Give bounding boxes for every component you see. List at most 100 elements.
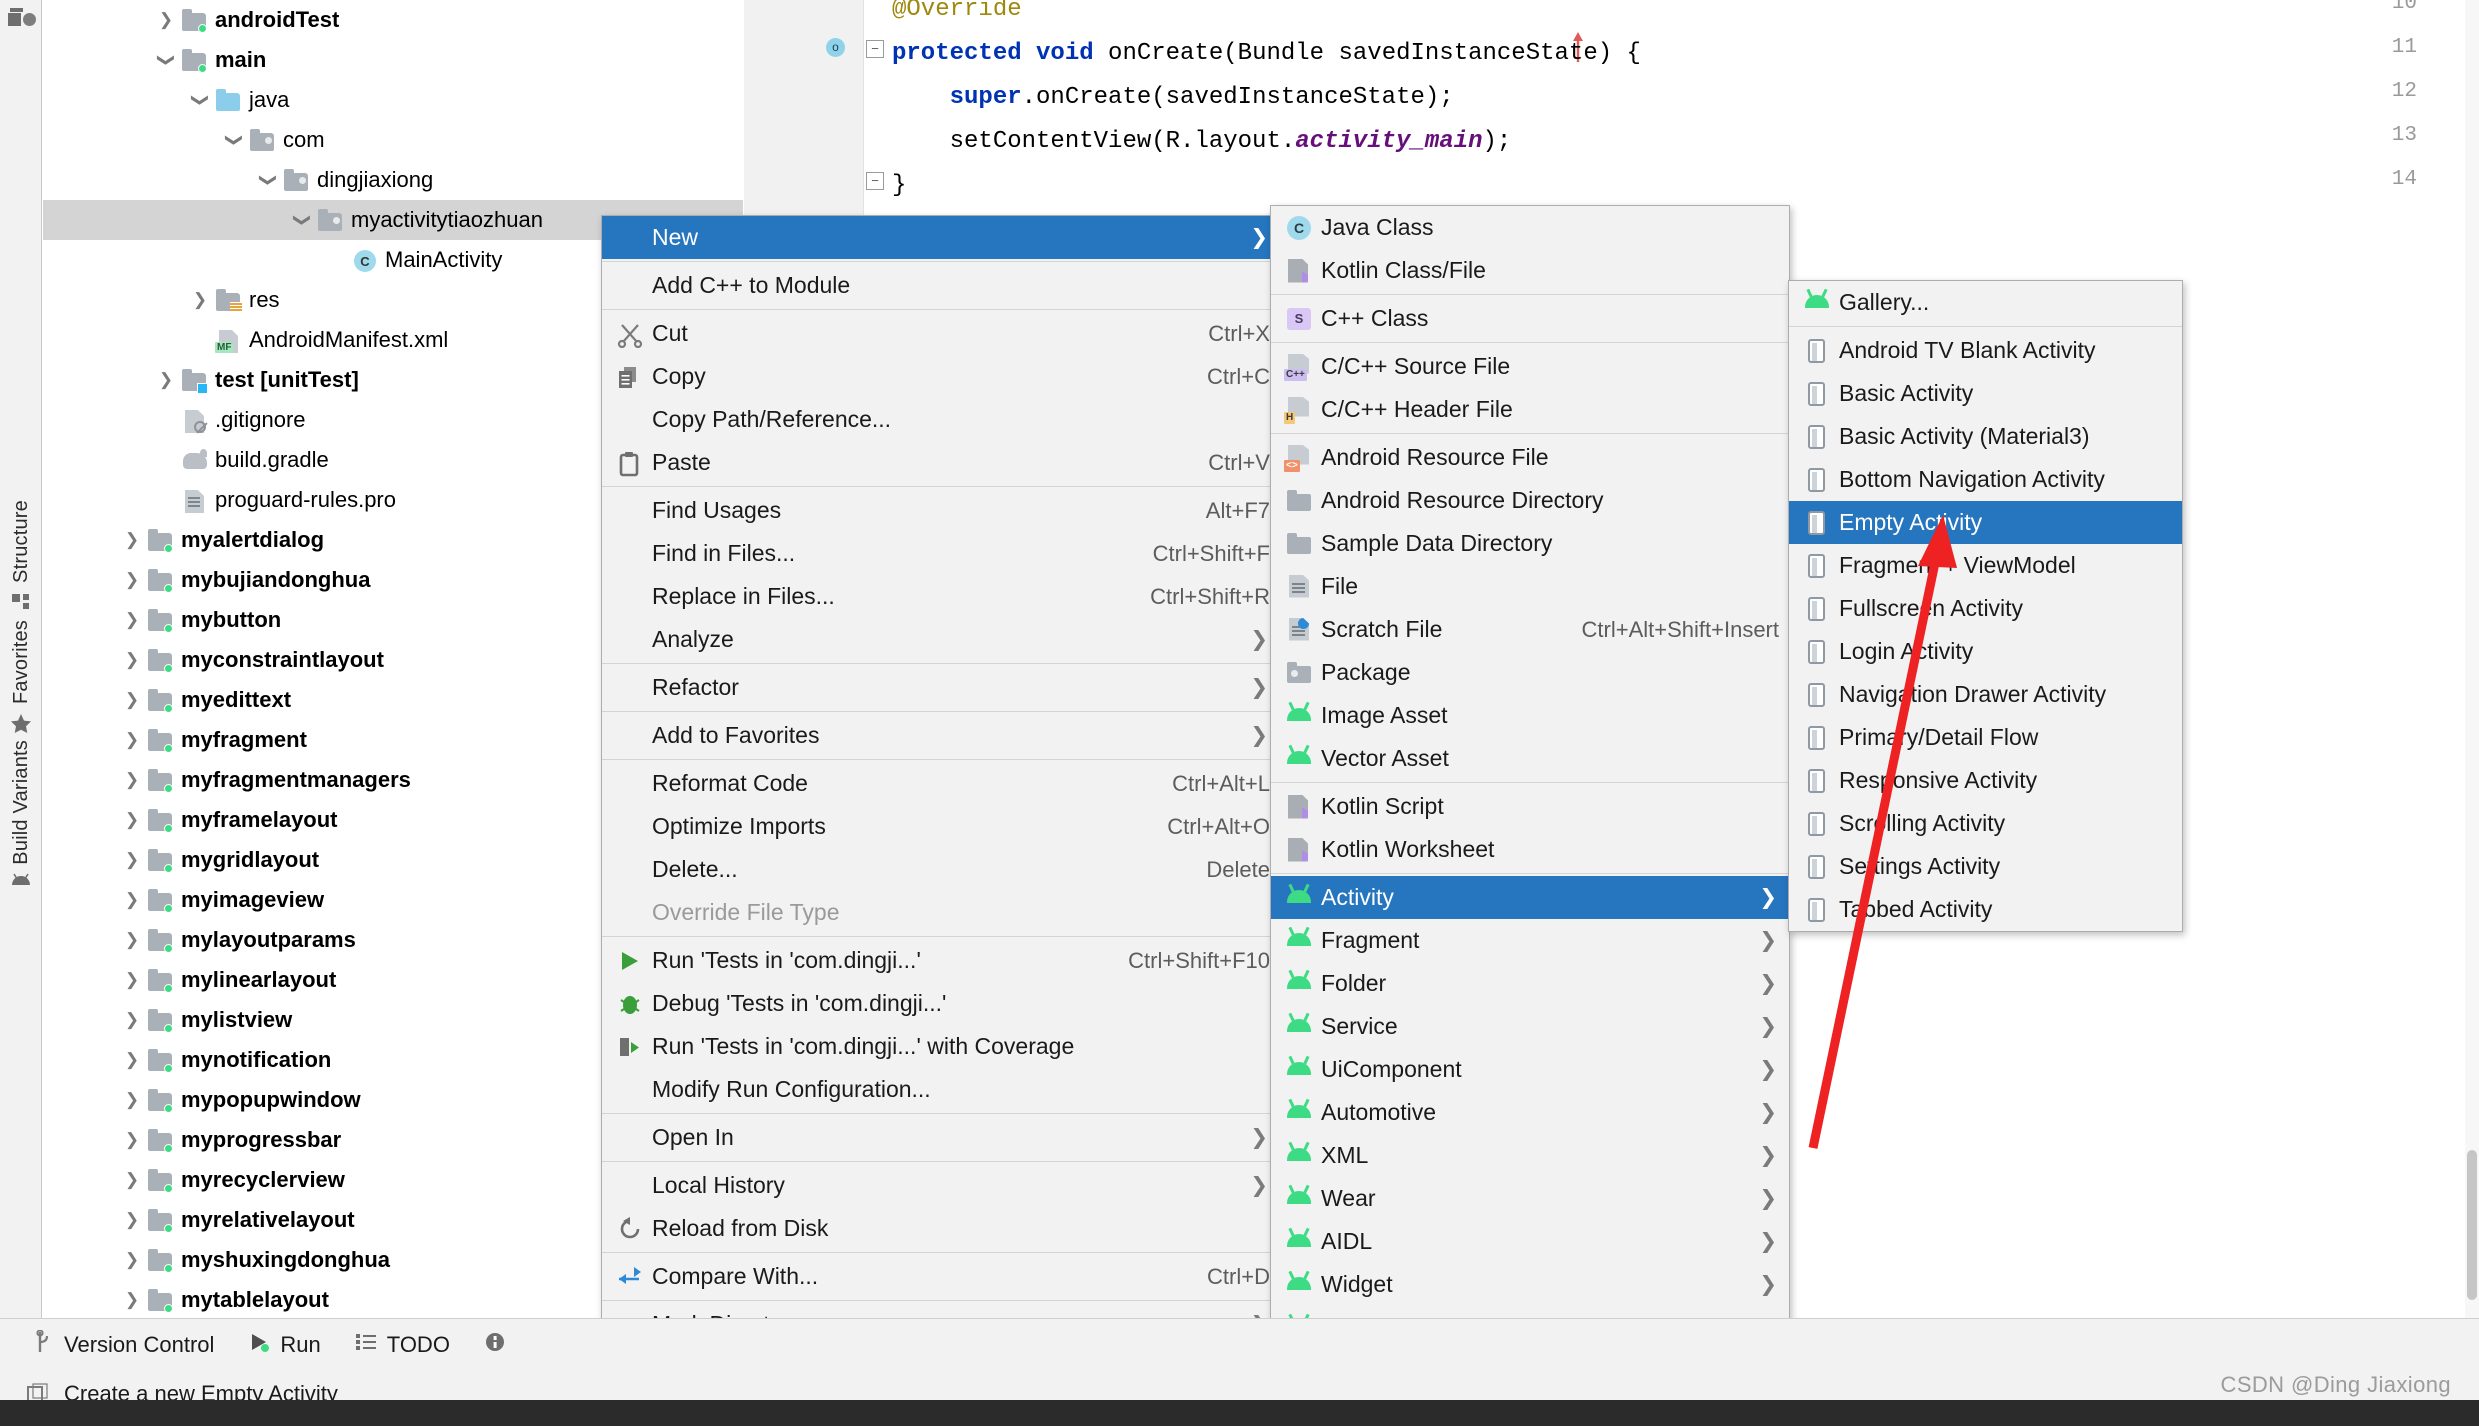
bottom-item-version-control[interactable]: Version Control xyxy=(34,1328,214,1360)
menu-item-login-activity[interactable]: Login Activity xyxy=(1789,630,2182,673)
bottom-item-problems[interactable] xyxy=(484,1331,506,1359)
chevron-right-icon[interactable]: ❯ xyxy=(119,1210,145,1230)
menu-item-image-asset[interactable]: Image Asset xyxy=(1271,694,1789,737)
chevron-right-icon[interactable]: ❯ xyxy=(119,810,145,830)
chevron-right-icon[interactable]: ❯ xyxy=(153,370,179,390)
menu-item-run-tests-in-com-dingji[interactable]: Run 'Tests in 'com.dingji...' Ctrl+Shift+… xyxy=(602,939,1280,982)
chevron-right-icon[interactable]: ❯ xyxy=(119,930,145,950)
chevron-right-icon[interactable]: ❯ xyxy=(119,970,145,990)
override-marker-icon[interactable]: o xyxy=(826,38,845,57)
menu-item-add-to-favorites[interactable]: Add to Favorites ❯ xyxy=(602,714,1280,757)
menu-item-open-in[interactable]: Open In ❯ xyxy=(602,1116,1280,1159)
menu-item-replace-in-files[interactable]: Replace in Files... Ctrl+Shift+R xyxy=(602,575,1280,618)
menu-item-xml[interactable]: XML ❯ xyxy=(1271,1134,1789,1177)
menu-item-copy[interactable]: Copy Ctrl+C xyxy=(602,355,1280,398)
menu-item-navigation-drawer-activity[interactable]: Navigation Drawer Activity xyxy=(1789,673,2182,716)
tree-row[interactable]: ❯ java xyxy=(43,80,743,120)
menu-item-sample-data-directory[interactable]: Sample Data Directory xyxy=(1271,522,1789,565)
menu-item-fragment[interactable]: Fragment ❯ xyxy=(1271,919,1789,962)
menu-item-override-file-type[interactable]: Override File Type xyxy=(602,891,1280,934)
menu-item-tabbed-activity[interactable]: Tabbed Activity xyxy=(1789,888,2182,931)
tree-row[interactable]: ❯ com xyxy=(43,120,743,160)
editor-vertical-scrollbar[interactable] xyxy=(2465,0,2479,1318)
menu-item-new[interactable]: New ❯ xyxy=(602,216,1280,259)
context-menu[interactable]: New ❯ Add C++ to Module Cut Ctrl+X Copy Ctrl+C… xyxy=(601,215,1281,1395)
chevron-right-icon[interactable]: ❯ xyxy=(153,10,179,30)
menu-item-debug-tests-in-com-dingji[interactable]: Debug 'Tests in 'com.dingji...' xyxy=(602,982,1280,1025)
chevron-right-icon[interactable]: ❯ xyxy=(119,610,145,630)
menu-item-delete[interactable]: Delete... Delete xyxy=(602,848,1280,891)
menu-item-wear[interactable]: Wear ❯ xyxy=(1271,1177,1789,1220)
tree-row[interactable]: ❯ androidTest xyxy=(43,0,743,40)
menu-item-fragment-viewmodel[interactable]: Fragment + ViewModel xyxy=(1789,544,2182,587)
menu-item-aidl[interactable]: AIDL ❯ xyxy=(1271,1220,1789,1263)
chevron-right-icon[interactable]: ❯ xyxy=(187,290,213,310)
menu-item-run-tests-in-com-dingji-with-coverage[interactable]: Run 'Tests in 'com.dingji...' with Cover… xyxy=(602,1025,1280,1068)
chevron-down-icon[interactable]: ❯ xyxy=(292,207,312,233)
chevron-right-icon[interactable]: ❯ xyxy=(119,1290,145,1310)
menu-item-bottom-navigation-activity[interactable]: Bottom Navigation Activity xyxy=(1789,458,2182,501)
project-view-icon[interactable] xyxy=(7,6,36,30)
menu-item-uicomponent[interactable]: UiComponent ❯ xyxy=(1271,1048,1789,1091)
tool-window-favorites[interactable]: Favorites xyxy=(0,620,42,734)
menu-item-fullscreen-activity[interactable]: Fullscreen Activity xyxy=(1789,587,2182,630)
chevron-right-icon[interactable]: ❯ xyxy=(119,650,145,670)
menu-item-package[interactable]: Package xyxy=(1271,651,1789,694)
menu-item-cut[interactable]: Cut Ctrl+X xyxy=(602,312,1280,355)
chevron-right-icon[interactable]: ❯ xyxy=(119,530,145,550)
menu-item-basic-activity-material3[interactable]: Basic Activity (Material3) xyxy=(1789,415,2182,458)
menu-item-optimize-imports[interactable]: Optimize Imports Ctrl+Alt+O xyxy=(602,805,1280,848)
menu-item-refactor[interactable]: Refactor ❯ xyxy=(602,666,1280,709)
menu-item-folder[interactable]: Folder ❯ xyxy=(1271,962,1789,1005)
menu-item-c-c-header-file[interactable]: H C/C++ Header File xyxy=(1271,388,1789,431)
menu-item-settings-activity[interactable]: Settings Activity xyxy=(1789,845,2182,888)
chevron-down-icon[interactable]: ❯ xyxy=(190,87,210,113)
menu-item-c-class[interactable]: S C++ Class xyxy=(1271,297,1789,340)
chevron-right-icon[interactable]: ❯ xyxy=(119,730,145,750)
menu-item-scratch-file[interactable]: Scratch File Ctrl+Alt+Shift+Insert xyxy=(1271,608,1789,651)
code-fold-marker[interactable]: − xyxy=(866,172,884,190)
menu-item-kotlin-worksheet[interactable]: Kotlin Worksheet xyxy=(1271,828,1789,871)
editor-scrollbar-thumb[interactable] xyxy=(2467,1150,2477,1300)
menu-item-reformat-code[interactable]: Reformat Code Ctrl+Alt+L xyxy=(602,762,1280,805)
chevron-right-icon[interactable]: ❯ xyxy=(119,1170,145,1190)
code-fold-marker[interactable]: − xyxy=(866,40,884,58)
menu-item-android-tv-blank-activity[interactable]: Android TV Blank Activity xyxy=(1789,329,2182,372)
chevron-right-icon[interactable]: ❯ xyxy=(119,690,145,710)
chevron-down-icon[interactable]: ❯ xyxy=(156,47,176,73)
menu-item-widget[interactable]: Widget ❯ xyxy=(1271,1263,1789,1306)
menu-item-compare-with[interactable]: Compare With... Ctrl+D xyxy=(602,1255,1280,1298)
menu-item-local-history[interactable]: Local History ❯ xyxy=(602,1164,1280,1207)
tool-window-structure[interactable]: Structure xyxy=(0,500,42,613)
menu-item-c-c-source-file[interactable]: C++ C/C++ Source File xyxy=(1271,345,1789,388)
new-submenu[interactable]: C Java Class Kotlin Class/File S C++ Class C+… xyxy=(1270,205,1790,1426)
menu-item-modify-run-configuration[interactable]: Modify Run Configuration... xyxy=(602,1068,1280,1111)
tool-window-build-variants[interactable]: Build Variants xyxy=(0,740,42,895)
menu-item-java-class[interactable]: C Java Class xyxy=(1271,206,1789,249)
menu-item-service[interactable]: Service ❯ xyxy=(1271,1005,1789,1048)
menu-item-basic-activity[interactable]: Basic Activity xyxy=(1789,372,2182,415)
menu-item-paste[interactable]: Paste Ctrl+V xyxy=(602,441,1280,484)
menu-item-add-c-to-module[interactable]: Add C++ to Module xyxy=(602,264,1280,307)
menu-item-kotlin-class-file[interactable]: Kotlin Class/File xyxy=(1271,249,1789,292)
menu-item-android-resource-directory[interactable]: Android Resource Directory xyxy=(1271,479,1789,522)
chevron-right-icon[interactable]: ❯ xyxy=(119,1250,145,1270)
menu-item-empty-activity[interactable]: Empty Activity xyxy=(1789,501,2182,544)
menu-item-find-in-files[interactable]: Find in Files... Ctrl+Shift+F xyxy=(602,532,1280,575)
menu-item-file[interactable]: File xyxy=(1271,565,1789,608)
chevron-right-icon[interactable]: ❯ xyxy=(119,850,145,870)
menu-item-automotive[interactable]: Automotive ❯ xyxy=(1271,1091,1789,1134)
chevron-right-icon[interactable]: ❯ xyxy=(119,1050,145,1070)
menu-item-vector-asset[interactable]: Vector Asset xyxy=(1271,737,1789,780)
chevron-right-icon[interactable]: ❯ xyxy=(119,770,145,790)
chevron-right-icon[interactable]: ❯ xyxy=(119,1010,145,1030)
menu-item-copy-path-reference[interactable]: Copy Path/Reference... xyxy=(602,398,1280,441)
tree-row[interactable]: ❯ dingjiaxiong xyxy=(43,160,743,200)
bottom-item-todo[interactable]: TODO xyxy=(355,1332,450,1358)
menu-item-android-resource-file[interactable]: <> Android Resource File xyxy=(1271,436,1789,479)
activity-submenu[interactable]: Gallery... Android TV Blank Activity Basic… xyxy=(1788,280,2183,932)
chevron-right-icon[interactable]: ❯ xyxy=(119,1090,145,1110)
bottom-item-run[interactable]: Run xyxy=(248,1331,321,1359)
menu-item-responsive-activity[interactable]: Responsive Activity xyxy=(1789,759,2182,802)
chevron-right-icon[interactable]: ❯ xyxy=(119,1130,145,1150)
